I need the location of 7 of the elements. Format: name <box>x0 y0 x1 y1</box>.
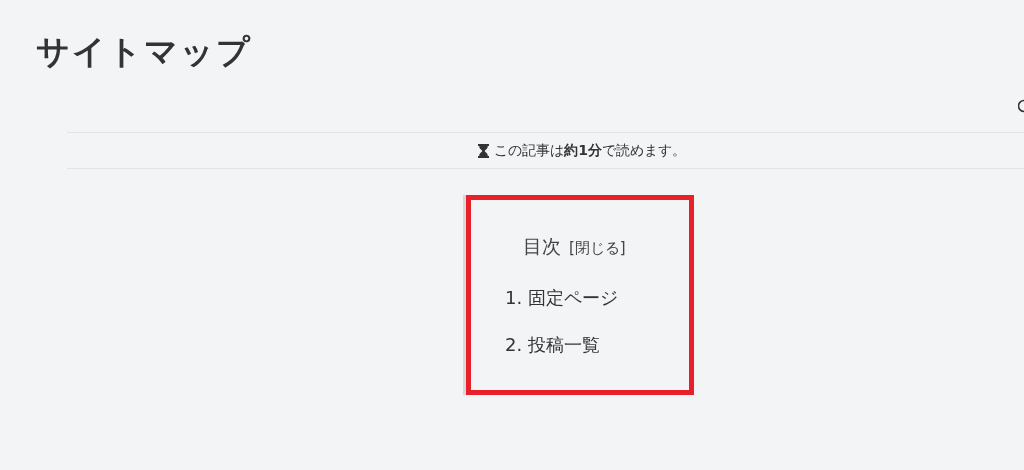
toc-item-link[interactable]: 1. 固定ページ <box>505 286 618 310</box>
toc-item-link[interactable]: 2. 投稿一覧 <box>505 333 600 357</box>
page-title: サイトマップ <box>35 31 253 73</box>
toc-title: 目次 <box>523 234 561 259</box>
toc-toggle-link[interactable]: [閉じる] <box>569 239 626 258</box>
reading-time-text: この記事は約1分で読めます。 <box>494 141 686 160</box>
hourglass-icon <box>478 143 490 158</box>
